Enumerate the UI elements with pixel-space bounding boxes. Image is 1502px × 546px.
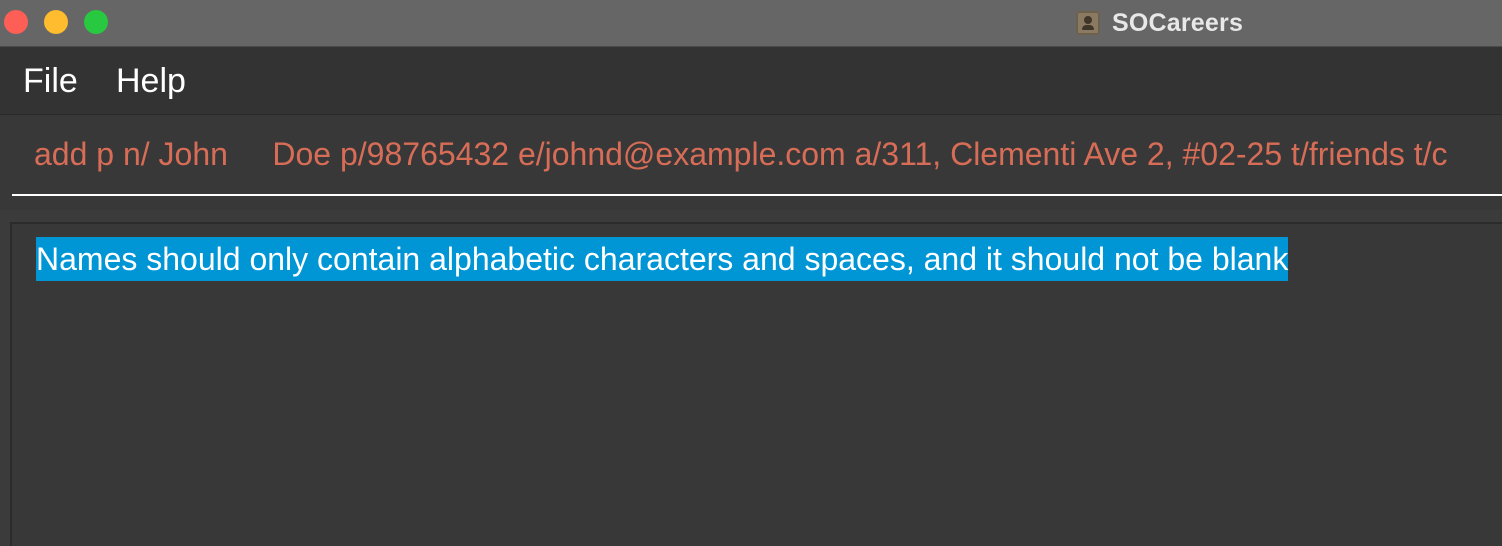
app-window: SOCareers File Help Names should only co… (0, 0, 1502, 546)
menu-file[interactable]: File (23, 61, 78, 101)
window-title-group: SOCareers (1076, 0, 1243, 46)
command-input[interactable] (12, 115, 1502, 196)
result-display[interactable]: Names should only contain alphabetic cha… (10, 222, 1502, 546)
command-box-container (0, 115, 1502, 210)
minimize-window-button[interactable] (44, 10, 68, 34)
contacts-book-icon (1076, 11, 1100, 35)
result-message: Names should only contain alphabetic cha… (36, 237, 1289, 281)
menu-bar: File Help (0, 47, 1502, 115)
close-window-button[interactable] (4, 10, 28, 34)
title-bar[interactable]: SOCareers (0, 0, 1502, 47)
zoom-window-button[interactable] (84, 10, 108, 34)
menu-help[interactable]: Help (116, 61, 186, 101)
window-title: SOCareers (1112, 8, 1244, 37)
